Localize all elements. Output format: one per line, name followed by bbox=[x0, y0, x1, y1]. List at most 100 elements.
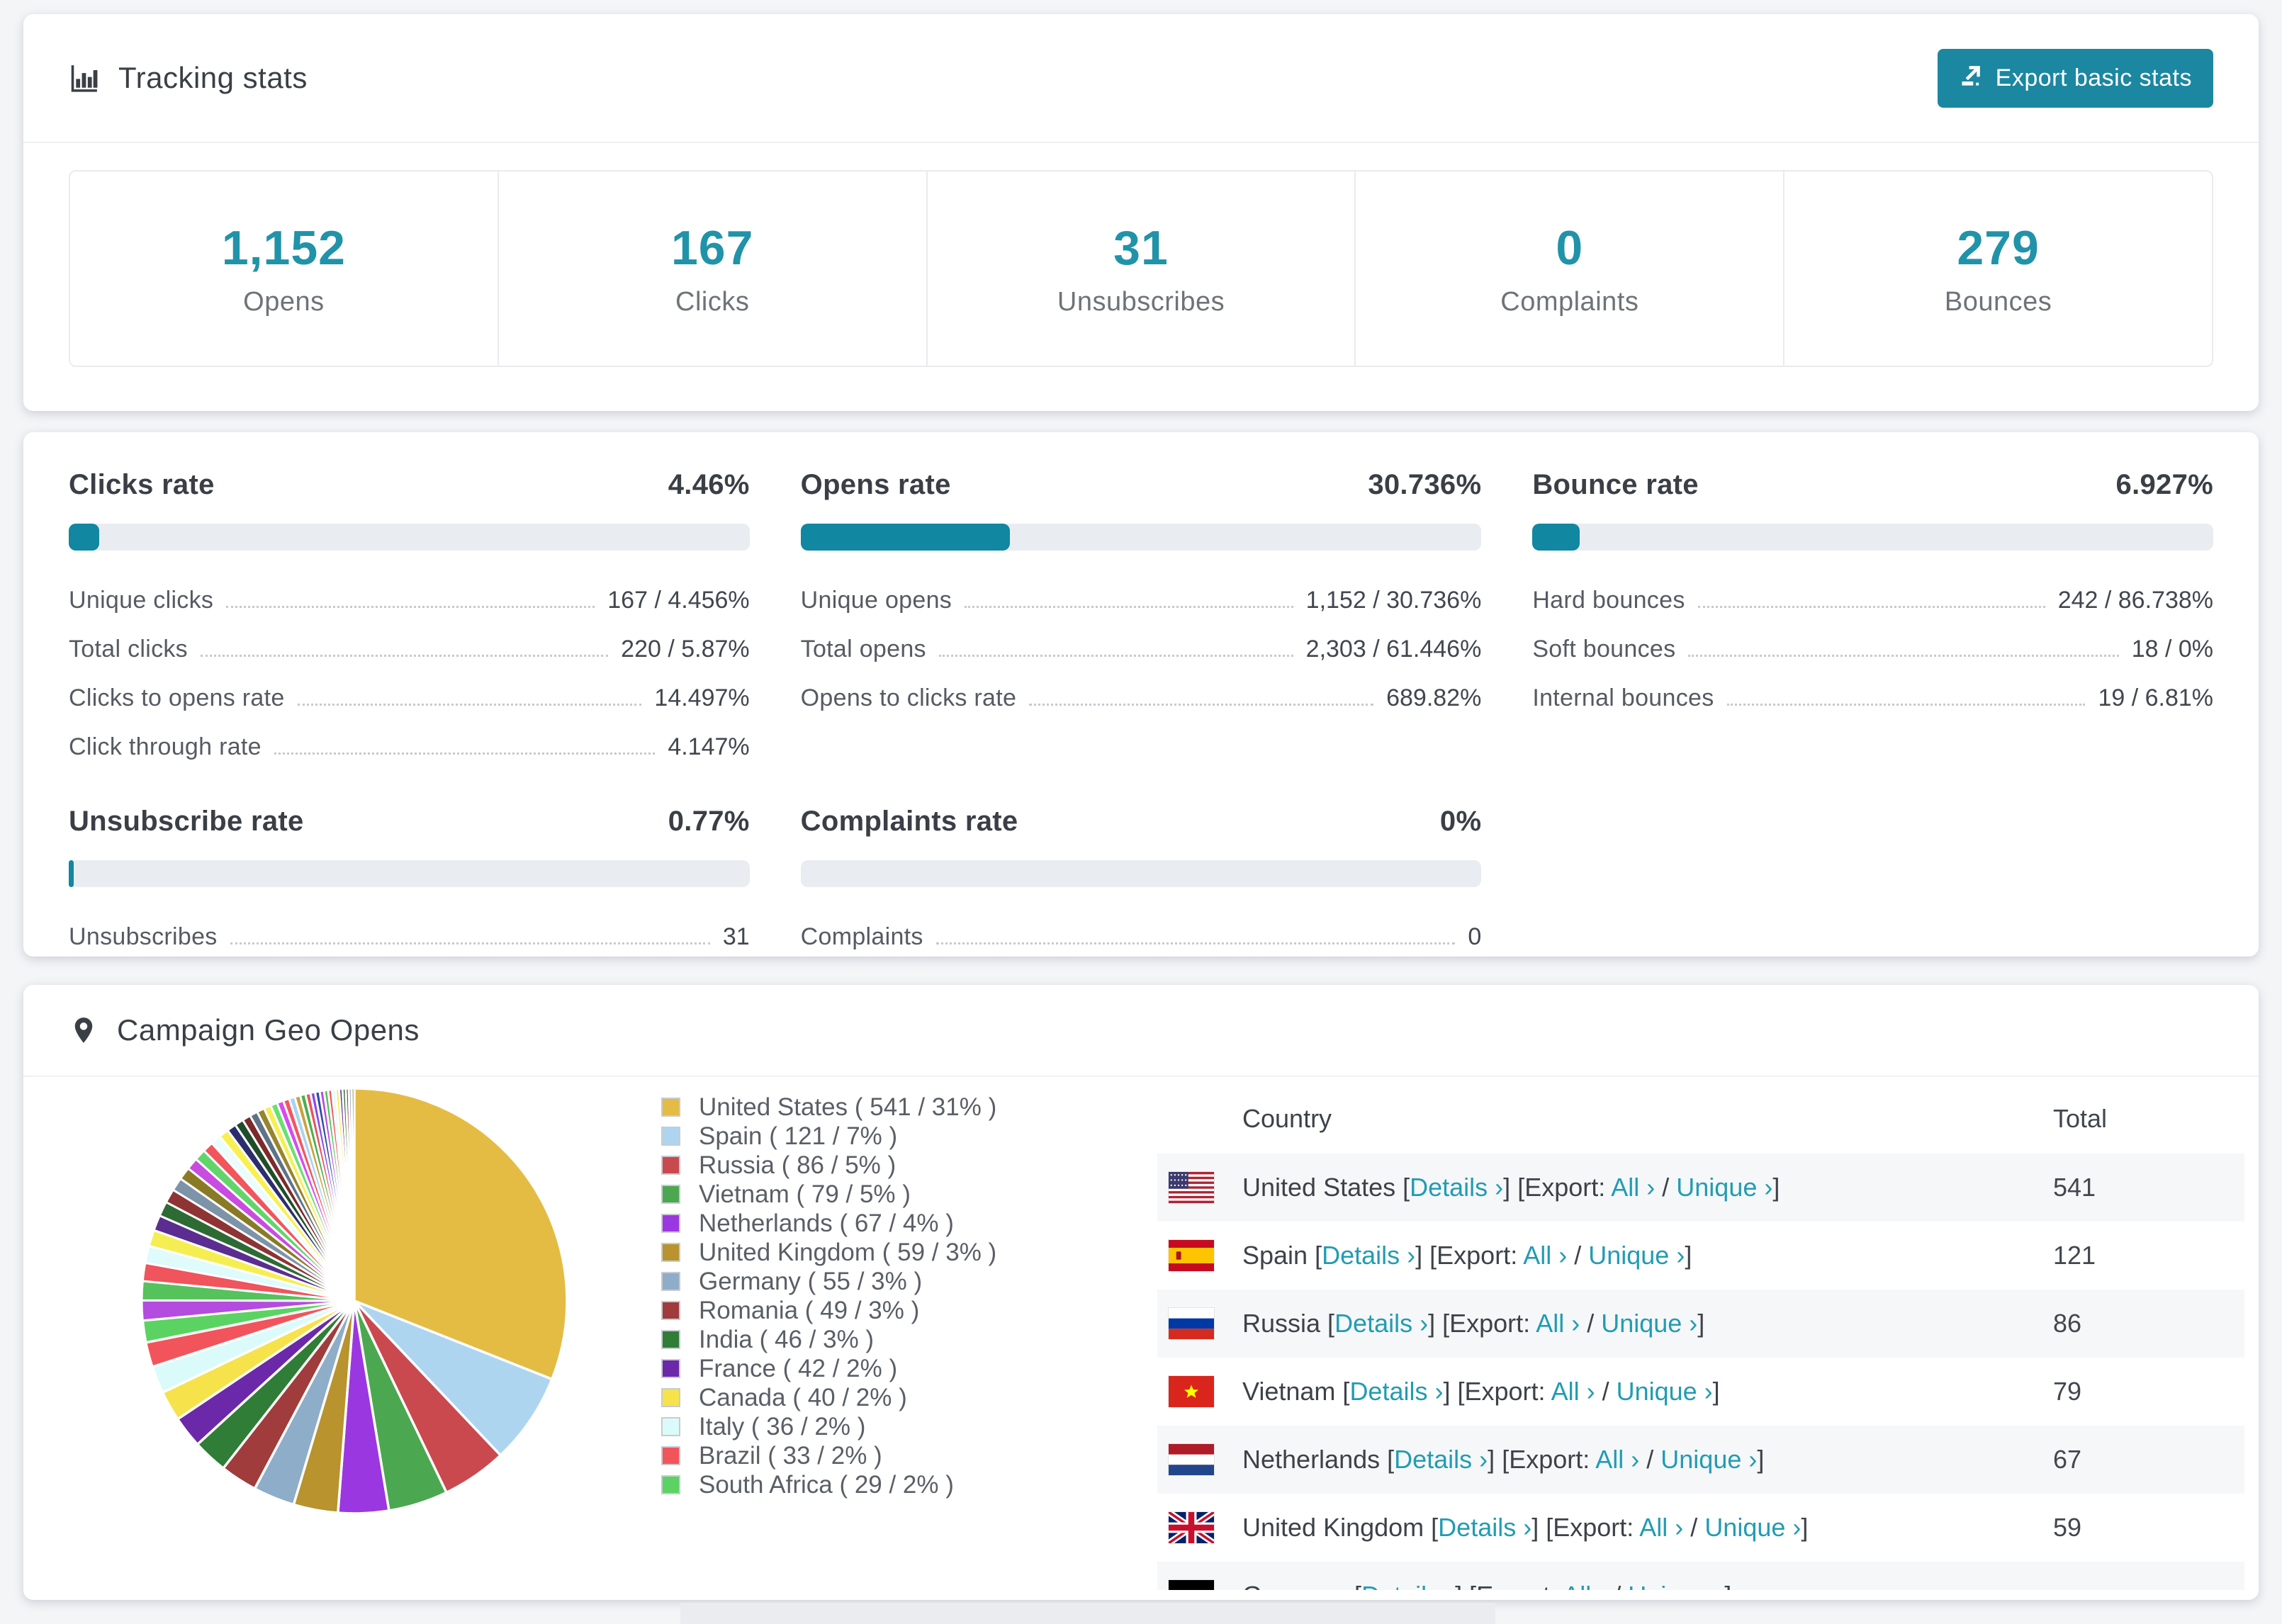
details-link-germany[interactable]: Details › bbox=[1361, 1581, 1455, 1590]
export-all-link-germany[interactable]: All › bbox=[1563, 1581, 1607, 1590]
details-link-russia[interactable]: Details › bbox=[1334, 1309, 1428, 1338]
rate-percent: 0% bbox=[1439, 806, 1482, 837]
country-cell: Russia [Details ›] [Export: All › / Uniq… bbox=[1242, 1309, 2053, 1338]
rate-row-label: Unique clicks bbox=[69, 587, 214, 614]
geo-title: Campaign Geo Opens bbox=[117, 1013, 420, 1047]
rate-row-label: Clicks to opens rate bbox=[69, 684, 285, 711]
dotted-leader bbox=[1726, 704, 2086, 706]
rate-row-total-opens: Total opens 2,303 / 61.446% bbox=[801, 625, 1482, 674]
details-link-united-kingdom[interactable]: Details › bbox=[1438, 1513, 1531, 1542]
country-cell: Germany [Details ›] [Export: All › / Uni… bbox=[1242, 1581, 2053, 1590]
next-card-top-edge bbox=[680, 1603, 1495, 1624]
page: Tracking stats Export basic stats 1,152 O… bbox=[0, 0, 2282, 1624]
legend-item-netherlands: Netherlands ( 67 / 4% ) bbox=[661, 1209, 996, 1237]
total-cell: 541 bbox=[2053, 1173, 2096, 1202]
export-unique-link-germany[interactable]: Unique › bbox=[1628, 1581, 1724, 1590]
export-prefix: [Export: bbox=[1517, 1173, 1612, 1202]
dotted-leader bbox=[1697, 606, 2045, 608]
export-all-link-vietnam[interactable]: All › bbox=[1551, 1377, 1595, 1406]
summary-value: 31 bbox=[1113, 220, 1169, 275]
country-column-header: Country bbox=[1242, 1104, 1332, 1133]
summary-value: 167 bbox=[670, 220, 754, 275]
rate-row-value: 31 bbox=[722, 923, 750, 950]
export-unique-link-spain[interactable]: Unique › bbox=[1588, 1241, 1685, 1270]
rate-row-value: 242 / 86.738% bbox=[2057, 587, 2213, 614]
geo-table-body: United States [Details ›] [Export: All ›… bbox=[1157, 1154, 2244, 1590]
legend-swatch bbox=[661, 1388, 680, 1407]
rate-title: Complaints rate bbox=[800, 806, 1018, 837]
legend-label: Vietnam ( 79 / 5% ) bbox=[699, 1180, 911, 1208]
export-all-link-united-kingdom[interactable]: All › bbox=[1639, 1513, 1683, 1542]
rate-row-label: Internal bounces bbox=[1532, 684, 1714, 711]
details-link-vietnam[interactable]: Details › bbox=[1349, 1377, 1443, 1406]
legend-label: Italy ( 36 / 2% ) bbox=[699, 1412, 866, 1440]
legend-swatch bbox=[661, 1127, 680, 1146]
export-prefix: [Export: bbox=[1429, 1241, 1524, 1270]
slash: / bbox=[1595, 1377, 1617, 1406]
country-name: Vietnam bbox=[1242, 1377, 1336, 1406]
rate-progress-fill bbox=[69, 524, 99, 551]
dotted-leader bbox=[965, 606, 1293, 608]
rate-progress-bar bbox=[1532, 524, 2213, 551]
page-title: Tracking stats bbox=[118, 61, 308, 94]
export-all-link-netherlands[interactable]: All › bbox=[1595, 1445, 1639, 1474]
flag-cell bbox=[1157, 1172, 1242, 1203]
export-unique-link-netherlands[interactable]: Unique › bbox=[1660, 1445, 1757, 1474]
export-unique-link-united-states[interactable]: Unique › bbox=[1676, 1173, 1772, 1202]
export-button-label: Export basic stats bbox=[1995, 64, 2192, 91]
bracket: ] bbox=[1772, 1173, 1780, 1202]
details-link-netherlands[interactable]: Details › bbox=[1394, 1445, 1488, 1474]
export-basic-stats-button[interactable]: Export basic stats bbox=[1937, 48, 2213, 108]
export-all-link-spain[interactable]: All › bbox=[1523, 1241, 1567, 1270]
rate-percent: 4.46% bbox=[668, 469, 750, 500]
legend-swatch bbox=[661, 1330, 680, 1349]
geo-table-row-germany: Germany [Details ›] [Export: All › / Uni… bbox=[1157, 1562, 2244, 1590]
details-link-united-states[interactable]: Details › bbox=[1410, 1173, 1503, 1202]
export-all-link-russia[interactable]: All › bbox=[1536, 1309, 1580, 1338]
bracket: [ bbox=[1380, 1445, 1395, 1474]
rate-row-value: 1,152 / 30.736% bbox=[1305, 587, 1482, 614]
rate-row-hard-bounces: Hard bounces 242 / 86.738% bbox=[1532, 576, 2213, 625]
slash: / bbox=[1567, 1241, 1589, 1270]
geo-table-row-united-kingdom: United Kingdom [Details ›] [Export: All … bbox=[1157, 1494, 2244, 1562]
rate-head: Complaints rate 0% bbox=[801, 806, 1482, 838]
slash: / bbox=[1580, 1309, 1602, 1338]
rate-percent: 30.736% bbox=[1368, 469, 1482, 500]
flag-us-icon bbox=[1169, 1172, 1214, 1203]
export-unique-link-united-kingdom[interactable]: Unique › bbox=[1704, 1513, 1801, 1542]
rate-row-label: Total opens bbox=[800, 636, 926, 662]
legend-label: France ( 42 / 2% ) bbox=[699, 1354, 898, 1382]
summary-label: Bounces bbox=[1944, 286, 2052, 317]
total-cell: 59 bbox=[2053, 1513, 2082, 1542]
rate-title: Bounce rate bbox=[1532, 469, 1699, 500]
total-column-header: Total bbox=[2053, 1104, 2108, 1133]
total-cell: 67 bbox=[2053, 1445, 2082, 1474]
flag-cell bbox=[1157, 1512, 1242, 1543]
rate-row-value: 220 / 5.87% bbox=[621, 636, 750, 662]
bracket: ] bbox=[1443, 1377, 1458, 1406]
rate-row-unique-clicks: Unique clicks 167 / 4.456% bbox=[69, 576, 750, 625]
country-name: Russia bbox=[1242, 1309, 1321, 1338]
legend-label: Russia ( 86 / 5% ) bbox=[699, 1151, 896, 1179]
country-cell: Vietnam [Details ›] [Export: All › / Uni… bbox=[1242, 1377, 2053, 1406]
legend-swatch bbox=[661, 1185, 680, 1204]
rate-progress-bar bbox=[69, 860, 750, 887]
export-all-link-united-states[interactable]: All › bbox=[1611, 1173, 1655, 1202]
dotted-leader bbox=[1688, 655, 2119, 657]
rate-percent: 6.927% bbox=[2115, 469, 2213, 500]
legend-label: Germany ( 55 / 3% ) bbox=[699, 1267, 923, 1295]
rates-card: Clicks rate 4.46% Unique clicks 167 / 4.456… bbox=[23, 432, 2259, 957]
details-link-spain[interactable]: Details › bbox=[1322, 1241, 1415, 1270]
rate-row-clicks-to-opens-rate: Clicks to opens rate 14.497% bbox=[69, 674, 750, 723]
export-unique-link-vietnam[interactable]: Unique › bbox=[1617, 1377, 1713, 1406]
rate-block-opens-rate: Opens rate 30.736% Unique opens 1,152 / 30.… bbox=[800, 469, 1482, 772]
legend-item-italy: Italy ( 36 / 2% ) bbox=[661, 1412, 996, 1440]
rate-progress-bar bbox=[800, 524, 1482, 551]
summary-value: 1,152 bbox=[221, 220, 346, 275]
rate-block-clicks-rate: Clicks rate 4.46% Unique clicks 167 / 4.456… bbox=[69, 469, 750, 772]
rate-title: Clicks rate bbox=[69, 469, 215, 500]
tracking-stats-header: Tracking stats Export basic stats bbox=[23, 14, 2259, 143]
export-unique-link-russia[interactable]: Unique › bbox=[1601, 1309, 1697, 1338]
export-prefix: [Export: bbox=[1442, 1309, 1536, 1338]
country-name: Germany bbox=[1242, 1581, 1347, 1590]
